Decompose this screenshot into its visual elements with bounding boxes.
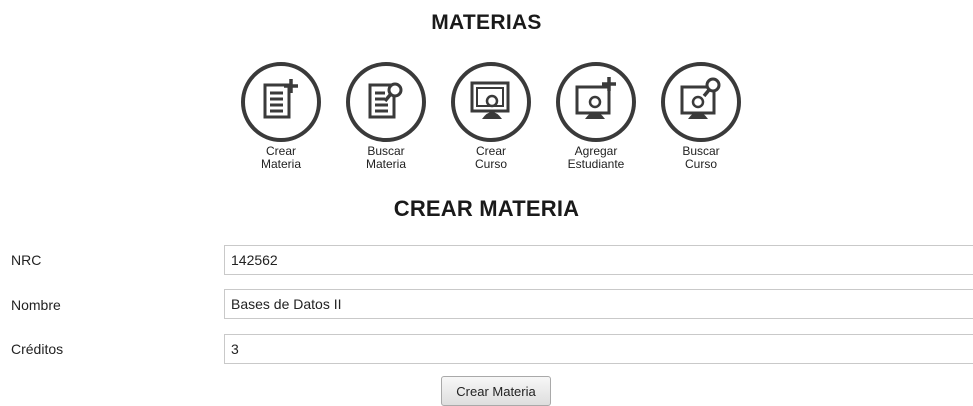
nav-crear-curso[interactable]: Crear Curso (446, 59, 536, 171)
crear-materia-button[interactable]: Crear Materia (441, 376, 551, 406)
add-student-icon (556, 62, 636, 142)
nav-label: Buscar Materia (365, 144, 406, 171)
nombre-label: Nombre (11, 297, 61, 313)
nav-label: Crear Curso (474, 144, 507, 171)
creditos-label: Créditos (11, 341, 64, 357)
nav-buscar-curso[interactable]: Buscar Curso (656, 59, 746, 171)
new-document-icon (241, 62, 321, 142)
nombre-field[interactable] (224, 289, 973, 319)
nav-label: Buscar Curso (682, 144, 720, 171)
course-presenter-icon (451, 62, 531, 142)
nav-buscar-materia[interactable]: Buscar Materia (341, 59, 431, 171)
nav-crear-materia[interactable]: Crear Materia (236, 59, 326, 171)
nav-label: Agregar Estudiante (567, 144, 625, 171)
search-course-icon (661, 62, 741, 142)
form-title: CREAR MATERIA (393, 196, 580, 221)
nrc-field[interactable] (224, 245, 973, 275)
nav-agregar-estudiante[interactable]: Agregar Estudiante (551, 59, 641, 171)
nav-label: Crear Materia (260, 144, 301, 171)
page-title: MATERIAS (431, 11, 542, 34)
search-document-icon (346, 62, 426, 142)
creditos-field[interactable] (224, 334, 973, 364)
nrc-label: NRC (11, 252, 42, 268)
